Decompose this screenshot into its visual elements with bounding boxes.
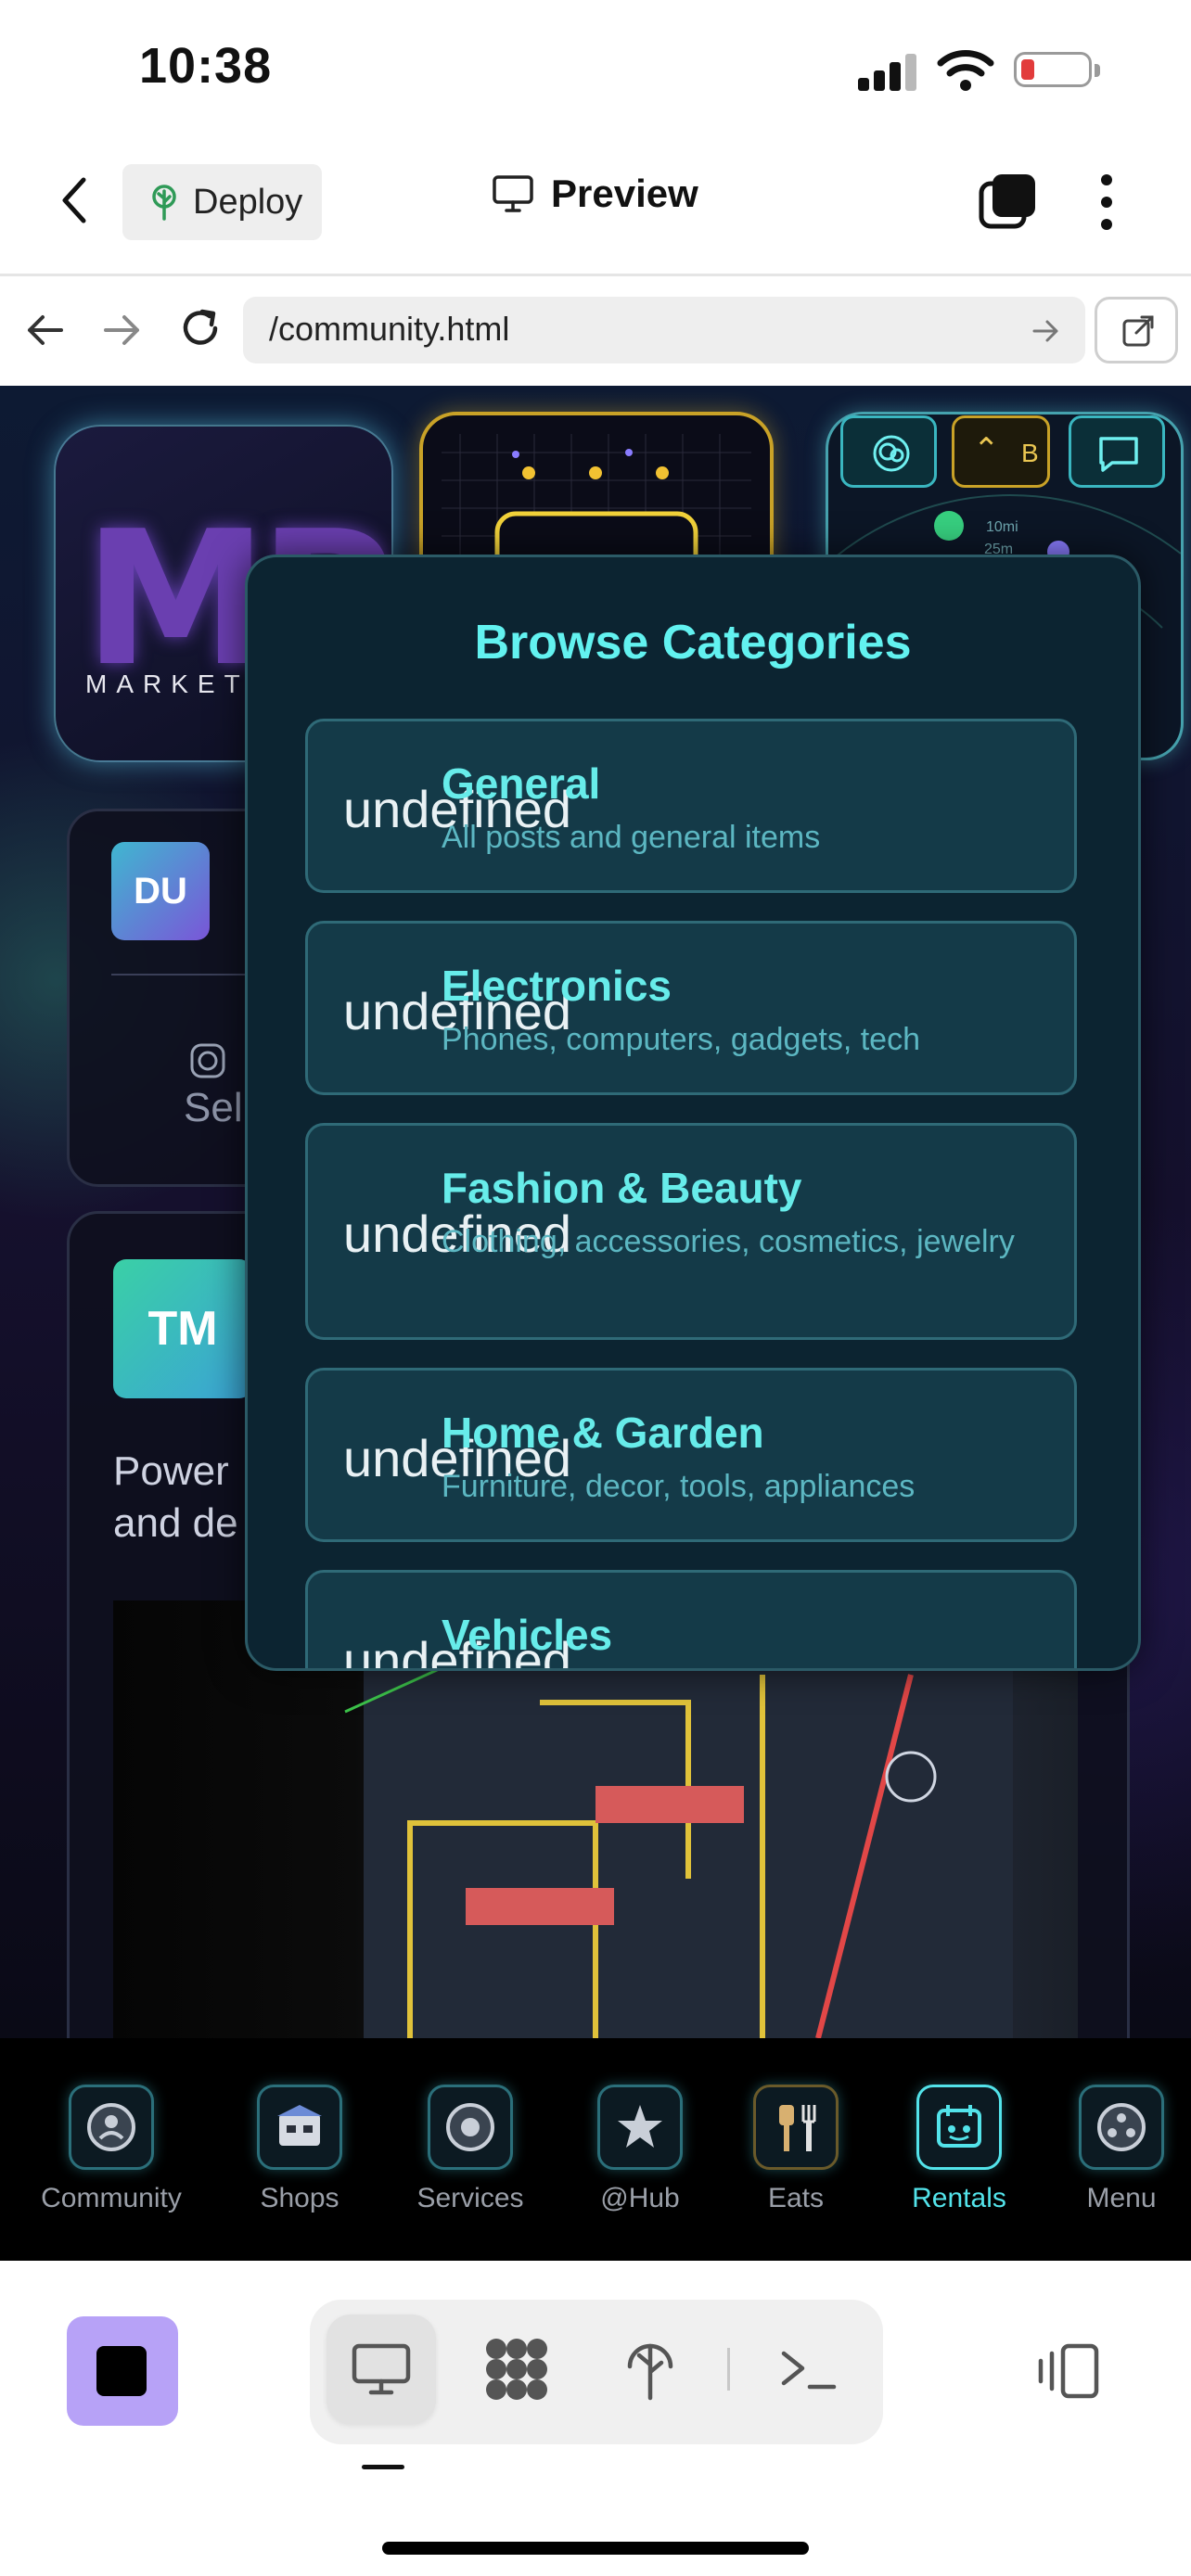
calendar-icon xyxy=(916,2085,1002,2170)
active-view-indicator xyxy=(362,2465,404,2469)
sell-label: Sell xyxy=(184,1085,252,1130)
browser-forward-icon[interactable] xyxy=(102,312,143,349)
boost-chip-label: B xyxy=(1021,439,1039,467)
url-field[interactable]: /community.html xyxy=(243,297,1085,363)
nav-eats[interactable]: Eats xyxy=(722,2085,870,2214)
brain-icon xyxy=(873,435,910,472)
shop-icon xyxy=(257,2085,342,2170)
url-text: /community.html xyxy=(269,310,510,348)
nav-label: Shops xyxy=(260,2183,339,2213)
modal-title: Browse Categories xyxy=(474,616,912,670)
grid-blob-icon xyxy=(486,2339,547,2400)
nav-rentals[interactable]: Rentals xyxy=(885,2085,1033,2214)
category-name: General xyxy=(442,759,601,808)
browser-back-icon[interactable] xyxy=(24,312,65,349)
signal-icon xyxy=(858,54,917,91)
menu-icon xyxy=(1079,2085,1164,2170)
category-description: All posts and general items xyxy=(442,820,821,855)
external-link-icon xyxy=(1122,315,1154,347)
category-description: Phones, computers, gadgets, tech xyxy=(442,1022,920,1057)
browse-categories-modal: Browse Categories undefined General All … xyxy=(245,555,1141,1671)
category-home-garden[interactable]: undefined Home & Garden Furniture, decor… xyxy=(305,1368,1077,1542)
preview-view-button[interactable] xyxy=(327,2315,436,2424)
apps-view-button[interactable] xyxy=(462,2315,571,2424)
category-description: Furniture, decor, tools, appliances xyxy=(442,1469,916,1504)
category-electronics[interactable]: undefined Electronics Phones, computers,… xyxy=(305,921,1077,1095)
nav-menu[interactable]: Menu xyxy=(1047,2085,1191,2214)
monitor-icon xyxy=(352,2343,411,2395)
nav-label: Rentals xyxy=(912,2183,1006,2213)
nav-label: Eats xyxy=(767,2183,825,2213)
split-view-icon[interactable] xyxy=(1033,2340,1102,2402)
deploy-button[interactable]: Deploy xyxy=(122,164,322,240)
more-vertical-icon[interactable] xyxy=(1093,172,1121,232)
home-indicator xyxy=(382,2542,809,2555)
deploy-label: Deploy xyxy=(193,182,303,222)
reload-icon[interactable] xyxy=(178,306,223,351)
divider xyxy=(111,974,250,976)
category-name: Fashion & Beauty xyxy=(442,1164,802,1212)
chevron-up-icon: ⌃ xyxy=(973,432,1000,467)
nav-hub[interactable]: @Hub xyxy=(566,2085,714,2214)
deploy-icon xyxy=(627,2343,673,2401)
category-name: Electronics xyxy=(442,962,672,1010)
stop-button[interactable] xyxy=(67,2316,178,2426)
console-view-button[interactable] xyxy=(753,2315,863,2424)
preview-label: Preview xyxy=(551,172,698,215)
category-name: Vehicles xyxy=(442,1611,613,1659)
tabs-icon[interactable] xyxy=(978,171,1039,230)
switcher-divider xyxy=(727,2348,730,2391)
preview-title: Preview xyxy=(492,172,698,216)
star-icon xyxy=(597,2085,683,2170)
nav-label: @Hub xyxy=(600,2183,680,2213)
nav-label: Menu xyxy=(1086,2183,1157,2213)
avatar-tm[interactable]: TM xyxy=(113,1259,252,1398)
ai-chip[interactable] xyxy=(840,415,937,488)
radius-label-1: 10mi xyxy=(986,519,1018,535)
category-name: Home & Garden xyxy=(442,1409,764,1457)
category-fashion-beauty[interactable]: undefined Fashion & Beauty Clothing, acc… xyxy=(305,1123,1077,1340)
go-arrow-icon[interactable] xyxy=(1031,317,1061,345)
nav-shops[interactable]: Shops xyxy=(225,2085,374,2214)
stop-icon xyxy=(96,2346,147,2396)
utensils-icon xyxy=(753,2085,839,2170)
category-description: Clothing, accessories, cosmetics, jewelr… xyxy=(442,1224,1015,1259)
category-general[interactable]: undefined General All posts and general … xyxy=(305,719,1077,893)
chat-bubble-icon xyxy=(1099,437,1138,472)
terminal-icon xyxy=(781,2351,837,2390)
deploy-view-button[interactable] xyxy=(596,2315,705,2424)
open-external-button[interactable] xyxy=(1095,297,1178,363)
boost-chip[interactable]: ⌃ B xyxy=(952,415,1050,488)
monitor-icon xyxy=(493,175,533,212)
post-text-line-2: and de xyxy=(113,1500,238,1546)
post-text-line-1: Power xyxy=(113,1448,229,1494)
logo-wordmark: MARKET xyxy=(85,670,250,698)
back-button[interactable] xyxy=(58,176,91,224)
wifi-icon xyxy=(937,50,994,91)
clock-icon xyxy=(190,1043,225,1078)
nav-label: Services xyxy=(416,2183,524,2213)
deploy-icon xyxy=(152,185,176,221)
services-icon xyxy=(428,2085,513,2170)
nav-label: Community xyxy=(41,2183,182,2213)
nav-community[interactable]: Community xyxy=(37,2085,186,2214)
status-bar: 10:38 xyxy=(0,0,1191,139)
category-vehicles[interactable]: undefined Vehicles xyxy=(305,1570,1077,1668)
community-icon xyxy=(69,2085,154,2170)
chat-chip[interactable] xyxy=(1069,415,1165,488)
status-time: 10:38 xyxy=(139,38,273,94)
avatar-du[interactable]: DU xyxy=(111,842,210,940)
battery-icon xyxy=(1014,52,1100,87)
nav-services[interactable]: Services xyxy=(396,2085,544,2214)
